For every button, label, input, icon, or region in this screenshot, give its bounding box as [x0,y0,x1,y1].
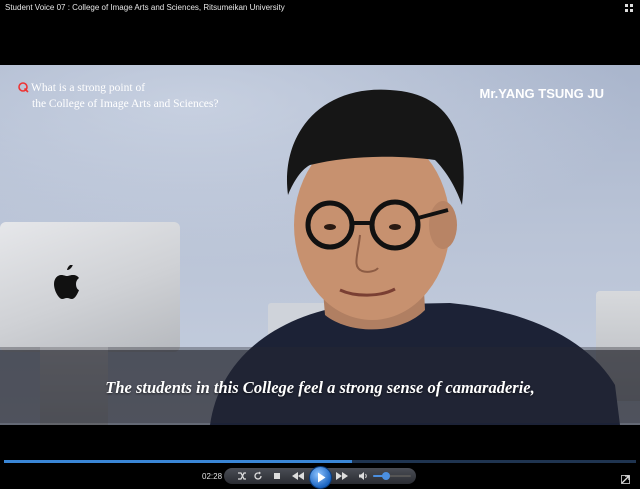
speaker-name: Mr.YANG TSUNG JU [479,86,605,101]
volume-slider[interactable] [373,472,411,480]
title-bar: Student Voice 07 : College of Image Arts… [0,0,640,18]
play-icon[interactable] [309,466,332,489]
seek-progress [4,460,352,463]
grid-icon[interactable] [625,4,634,13]
q-icon [18,82,29,93]
question-line-2: the College of Image Arts and Sciences? [32,98,219,110]
fullscreen-icon[interactable] [621,471,630,484]
rewind-icon[interactable] [290,468,306,484]
repeat-icon[interactable] [252,468,264,484]
shuffle-icon[interactable] [236,468,248,484]
seek-bar[interactable] [4,460,636,463]
video-frame[interactable]: What is a strong point of the College of… [0,65,640,425]
window-title: Student Voice 07 : College of Image Arts… [5,3,285,12]
current-time: 02:28 [202,472,223,481]
stop-icon[interactable] [271,468,283,484]
subtitle-text: The students in this College feel a stro… [105,378,535,397]
imac-computer [0,222,180,352]
volume-icon[interactable] [357,468,369,484]
fast-forward-icon[interactable] [334,468,350,484]
apple-logo-icon [54,265,79,299]
question-line-1: What is a strong point of [31,82,146,94]
